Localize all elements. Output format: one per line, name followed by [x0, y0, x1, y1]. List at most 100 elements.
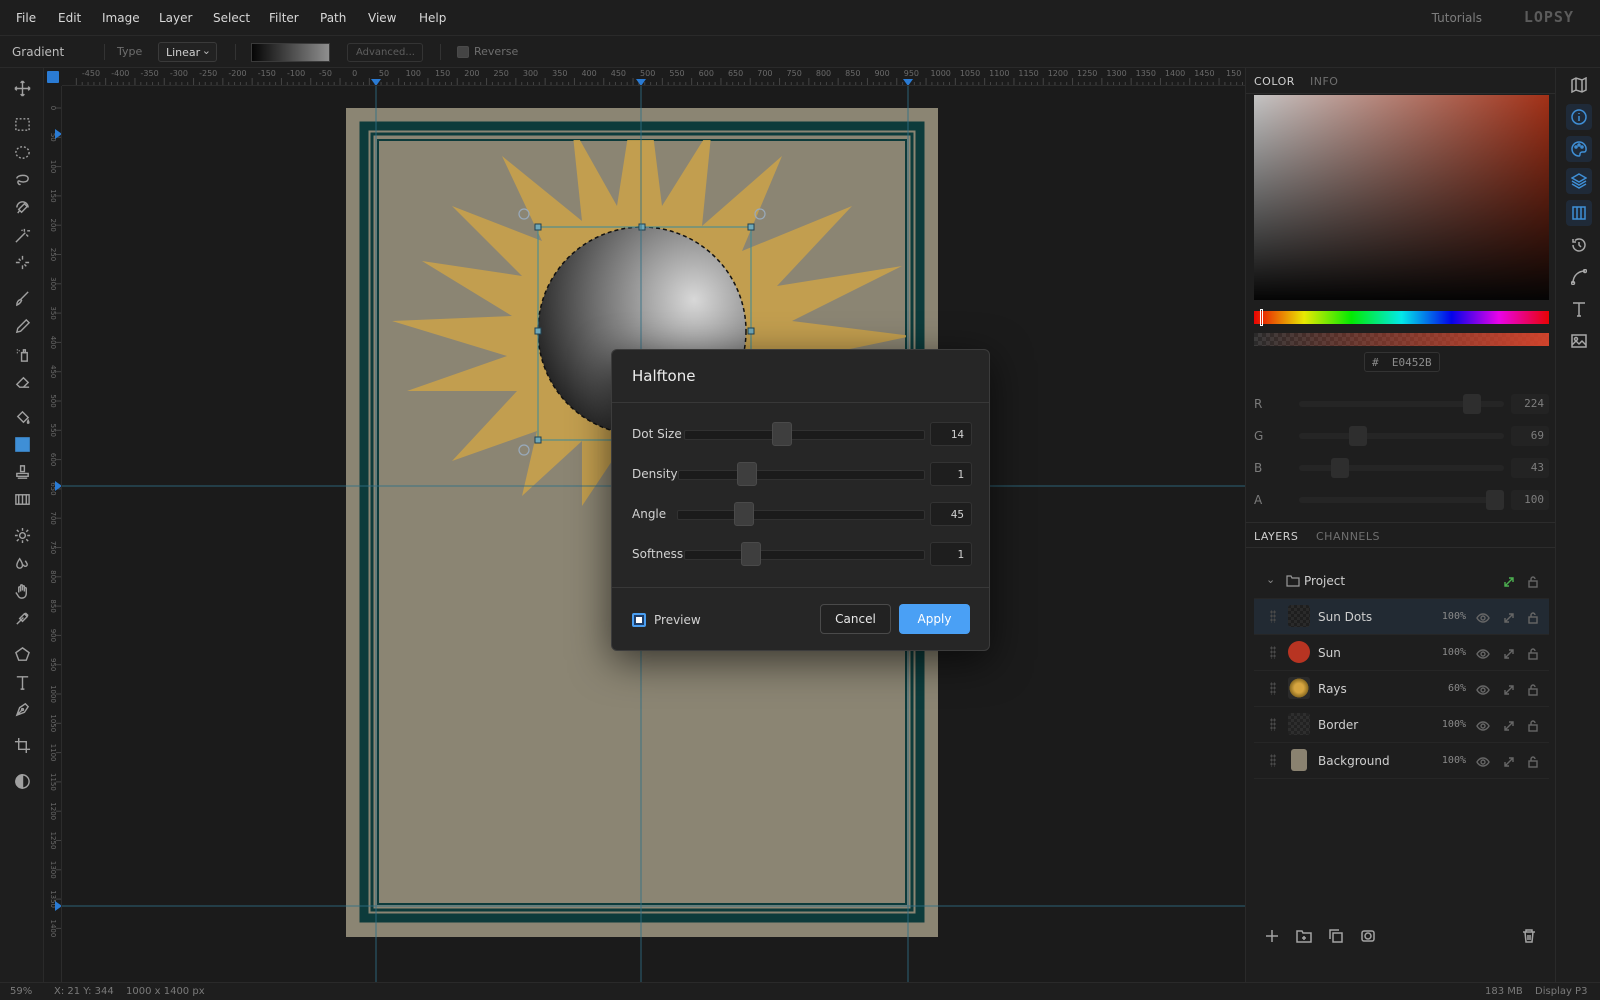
channels-panel-button[interactable] [1566, 200, 1592, 226]
duplicate-layer-button[interactable] [1328, 928, 1346, 946]
eraser-tool[interactable] [10, 369, 34, 393]
link-icon[interactable] [1502, 754, 1516, 768]
tab-color[interactable]: COLOR [1254, 75, 1295, 88]
eye-icon[interactable] [1476, 646, 1490, 660]
gradient-preview-swatch[interactable] [251, 43, 330, 62]
link-icon[interactable] [1502, 610, 1516, 624]
rect-select-tool[interactable] [10, 112, 34, 136]
info-panel-button[interactable] [1566, 104, 1592, 130]
eyedropper-tool[interactable] [10, 606, 34, 630]
magic-wand-tool[interactable] [10, 223, 34, 247]
pattern-tool[interactable] [10, 487, 34, 511]
guide-marker[interactable] [55, 481, 62, 491]
layer-row-border[interactable]: Border 100% [1254, 707, 1549, 743]
blur-tool[interactable] [10, 551, 34, 575]
history-panel-button[interactable] [1566, 232, 1592, 258]
lock-icon[interactable] [1526, 718, 1540, 732]
drag-handle-icon[interactable] [1270, 610, 1276, 623]
hue-slider[interactable] [1254, 311, 1549, 324]
chevron-down-icon[interactable]: ⌄ [1266, 573, 1275, 586]
hue-slider-thumb[interactable] [1259, 309, 1263, 326]
param-value-input[interactable]: 1 [930, 542, 972, 566]
delete-layer-button[interactable] [1521, 928, 1539, 946]
hand-tool[interactable] [10, 579, 34, 603]
channel-slider-thumb[interactable] [1330, 458, 1349, 478]
channel-slider-track[interactable] [1299, 465, 1504, 471]
layer-opacity[interactable]: 60% [1430, 683, 1466, 694]
mask-layer-button[interactable] [1360, 928, 1378, 946]
menu-path[interactable]: Path [320, 11, 346, 25]
color-panel-button[interactable] [1566, 136, 1592, 162]
ellipse-select-tool[interactable] [10, 140, 34, 164]
layer-group-row[interactable]: ⌄ Project [1254, 563, 1549, 599]
drag-handle-icon[interactable] [1270, 682, 1276, 695]
hex-input[interactable]: # E0452B [1364, 352, 1440, 372]
menu-image[interactable]: Image [102, 11, 140, 25]
dodge-tool[interactable] [10, 523, 34, 547]
layer-row-sun[interactable]: Sun 100% [1254, 635, 1549, 671]
reverse-checkbox[interactable] [457, 46, 469, 58]
param-slider-track[interactable] [684, 430, 925, 440]
channel-value[interactable]: 43 [1511, 458, 1549, 478]
eye-icon[interactable] [1476, 754, 1490, 768]
apply-button[interactable]: Apply [899, 604, 970, 634]
drag-handle-icon[interactable] [1270, 718, 1276, 731]
param-value-input[interactable]: 45 [930, 502, 972, 526]
channel-value[interactable]: 69 [1511, 426, 1549, 446]
pencil-tool[interactable] [10, 314, 34, 338]
lasso-tool[interactable] [10, 167, 34, 191]
adjustment-tool[interactable] [10, 769, 34, 793]
param-slider-track[interactable] [677, 510, 925, 520]
layer-opacity[interactable]: 100% [1430, 719, 1466, 730]
shape-tool[interactable] [10, 642, 34, 666]
spray-tool[interactable] [10, 342, 34, 366]
layer-opacity[interactable]: 100% [1430, 647, 1466, 658]
gradient-type-select[interactable]: Linear ⌄ [158, 42, 217, 62]
lock-icon[interactable] [1526, 754, 1540, 768]
color-picker-field[interactable] [1254, 95, 1549, 300]
add-layer-button[interactable] [1264, 928, 1282, 946]
horizontal-ruler[interactable]: -450 -400 -350 -300 -250 -200 -150 -100 -50 0 50 10… [62, 68, 1245, 86]
menu-select[interactable]: Select [213, 11, 250, 25]
map-panel-button[interactable] [1566, 72, 1592, 98]
menu-filter[interactable]: Filter [269, 11, 299, 25]
quick-select-tool[interactable] [10, 250, 34, 274]
channel-value[interactable]: 100 [1511, 490, 1549, 510]
drag-handle-icon[interactable] [1270, 754, 1276, 767]
add-group-button[interactable] [1296, 928, 1314, 946]
paths-panel-button[interactable] [1566, 264, 1592, 290]
tab-layers[interactable]: LAYERS [1254, 530, 1298, 543]
eye-icon[interactable] [1476, 610, 1490, 624]
link-icon[interactable] [1502, 646, 1516, 660]
param-value-input[interactable]: 1 [930, 462, 972, 486]
lock-icon[interactable] [1526, 610, 1540, 624]
tab-info[interactable]: INFO [1310, 75, 1338, 88]
menu-layer[interactable]: Layer [159, 11, 192, 25]
guide-marker[interactable] [55, 901, 62, 911]
character-panel-button[interactable] [1566, 296, 1592, 322]
layer-opacity[interactable]: 100% [1430, 611, 1466, 622]
channel-slider-track[interactable] [1299, 433, 1504, 439]
param-slider-track[interactable] [678, 470, 925, 480]
link-layers-icon[interactable] [1502, 574, 1516, 588]
layer-row-background[interactable]: Background 100% [1254, 743, 1549, 779]
param-value-input[interactable]: 14 [930, 422, 972, 446]
layer-row-rays[interactable]: Rays 60% [1254, 671, 1549, 707]
pen-tool[interactable] [10, 697, 34, 721]
layer-opacity[interactable]: 100% [1430, 755, 1466, 766]
guide-marker[interactable] [903, 79, 913, 86]
layers-panel-button[interactable] [1566, 168, 1592, 194]
param-slider-thumb[interactable] [772, 422, 793, 446]
channel-slider-thumb[interactable] [1486, 490, 1504, 510]
channel-slider-thumb[interactable] [1463, 394, 1482, 414]
zoom-level[interactable]: 59% [10, 986, 32, 997]
magnetic-lasso-tool[interactable] [10, 195, 34, 219]
menu-file[interactable]: File [16, 11, 36, 25]
param-slider-thumb[interactable] [737, 462, 758, 486]
tab-channels[interactable]: CHANNELS [1316, 530, 1380, 543]
link-icon[interactable] [1502, 718, 1516, 732]
menu-help[interactable]: Help [419, 11, 446, 25]
param-slider-track[interactable] [684, 550, 925, 560]
ruler-origin[interactable] [44, 68, 62, 86]
advanced-button[interactable]: Advanced... [347, 43, 423, 62]
